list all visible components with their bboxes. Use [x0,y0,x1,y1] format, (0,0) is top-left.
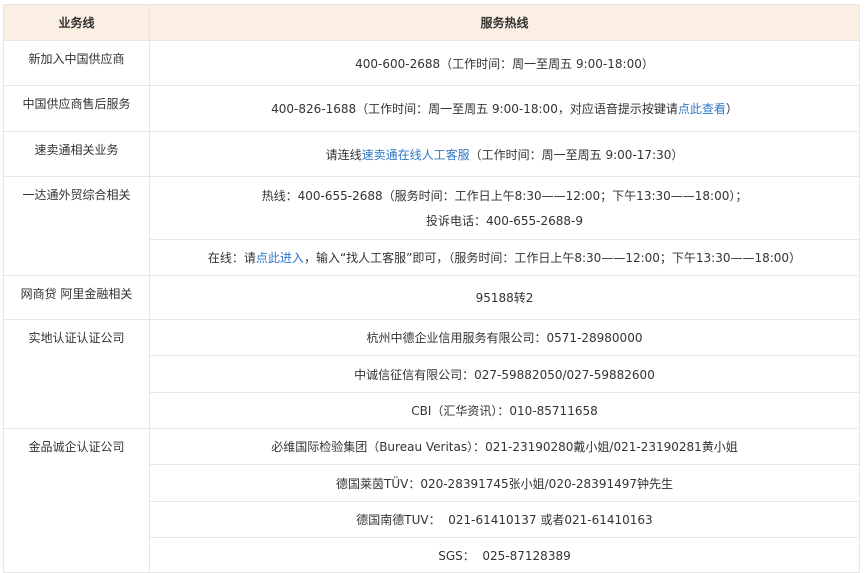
hotline-table-container: 业务线 服务热线 新加入中国供应商 400-600-2688（工作时间：周一至周… [3,4,860,573]
sumaitong-text-end: （工作时间：周一至周五 9:00-17:30） [469,147,684,162]
gold-company-3: 德国南德TUV： 021-61410137 或者021-61410163 [149,501,860,538]
row-label-sumaitong: 速卖通相关业务 [3,131,150,177]
row-label-finance: 网商贷 阿里金融相关 [3,275,150,320]
onsite-company-3: CBI（汇华资讯）：010-85711658 [149,392,860,429]
sumaitong-online-service-link[interactable]: 速卖通在线人工客服 [362,148,470,162]
onsite-company-1: 杭州中德企业信用服务有限公司：0571-28980000 [149,319,860,356]
row-label-yidatong: 一达通外贸综合相关 [3,176,150,276]
table-row: 金品诚企认证公司 必维国际检验集团（Bureau Veritas）：021-23… [3,428,860,573]
sumaitong-text: 请连线 [325,147,362,162]
yidatong-hotline: 热线：400-655-2688（服务时间：工作日上午8:30——12:00；下午… [261,189,748,203]
row-value-aftersales: 400-826-1688（工作时间：周一至周五 9:00-18:00，对应语音提… [149,85,860,132]
row-label-gold: 金品诚企认证公司 [3,428,150,573]
row-label-onsite: 实地认证认证公司 [3,319,150,429]
row-value-yidatong-online: 在线：请点此进入，输入“找人工客服”即可，（服务时间：工作日上午8:30——12… [149,239,860,276]
table-header-row: 业务线 服务热线 [3,4,860,41]
gold-company-2: 德国莱茵TÜV：020-28391745张小姐/020-28391497钟先生 [149,464,860,502]
table-row: 一达通外贸综合相关 热线：400-655-2688（服务时间：工作日上午8:30… [3,176,860,276]
yidatong-online-text-end: ，输入“找人工客服”即可，（服务时间：工作日上午8:30——12:00；下午13… [303,251,802,265]
row-value-supplier: 400-600-2688（工作时间：周一至周五 9:00-18:00） [149,40,860,86]
gold-company-4: SGS： 025-87128389 [149,537,860,573]
table-row: 中国供应商售后服务 400-826-1688（工作时间：周一至周五 9:00-1… [3,85,860,132]
table-row: 网商贷 阿里金融相关 95188转2 [3,275,860,320]
aftersales-view-link[interactable]: 点此查看 [678,102,726,116]
table-row: 新加入中国供应商 400-600-2688（工作时间：周一至周五 9:00-18… [3,40,860,86]
yidatong-complaint: 投诉电话：400-655-2688-9 [426,214,583,228]
aftersales-text-end: ） [725,102,738,116]
service-hotline-table: 业务线 服务热线 新加入中国供应商 400-600-2688（工作时间：周一至周… [3,4,860,573]
onsite-company-2: 中诚信征信有限公司：027-59882050/027-59882600 [149,355,860,393]
yidatong-enter-link[interactable]: 点此进入 [256,251,304,265]
row-value-sumaitong: 请连线速卖通在线人工客服（工作时间：周一至周五 9:00-17:30） [149,131,860,177]
row-value-yidatong-hotline: 热线：400-655-2688（服务时间：工作日上午8:30——12:00；下午… [149,176,860,240]
header-business-line: 业务线 [3,4,150,41]
row-label-aftersales: 中国供应商售后服务 [3,85,150,132]
aftersales-text: 400-826-1688（工作时间：周一至周五 9:00-18:00，对应语音提… [271,102,678,116]
row-value-finance: 95188转2 [149,275,860,320]
row-label-supplier: 新加入中国供应商 [3,40,150,86]
yidatong-online-text: 在线：请 [207,251,256,265]
table-row: 实地认证认证公司 杭州中德企业信用服务有限公司：0571-28980000 [3,319,860,429]
header-service-hotline: 服务热线 [149,4,860,41]
table-row: 速卖通相关业务 请连线速卖通在线人工客服（工作时间：周一至周五 9:00-17:… [3,131,860,177]
gold-company-1: 必维国际检验集团（Bureau Veritas）：021-23190280戴小姐… [149,428,860,465]
